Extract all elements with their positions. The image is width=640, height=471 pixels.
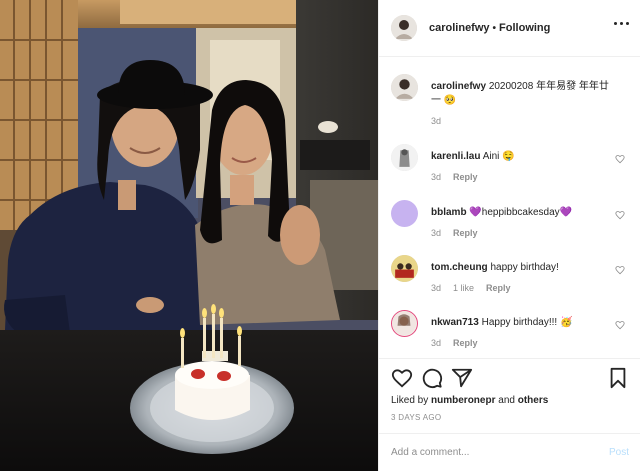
liked-by-prefix: Liked by <box>391 395 429 406</box>
comment-meta: 3d Reply <box>431 172 478 182</box>
comment-username[interactable]: tom.cheung <box>431 262 488 273</box>
post-side-panel: carolinefwy • Following carolinefwy 2020… <box>378 0 640 471</box>
avatar[interactable] <box>391 144 418 171</box>
comment-text: nkwan713 Happy birthday!!! 🥳 <box>431 316 616 330</box>
caption-text: carolinefwy 20200208 年年易發 年年廿一 🥺 <box>431 80 616 108</box>
heart-icon[interactable] <box>615 210 625 220</box>
avatar[interactable] <box>391 200 418 227</box>
reply-button[interactable]: Reply <box>453 228 478 238</box>
comment-input[interactable] <box>391 447 609 458</box>
comment-time[interactable]: 3d <box>431 172 441 182</box>
reply-button[interactable]: Reply <box>453 172 478 182</box>
avatar[interactable] <box>391 255 418 282</box>
list-item: nkwan713 Happy birthday!!! 🥳 3d Reply <box>391 310 627 350</box>
reply-button[interactable]: Reply <box>453 338 478 348</box>
caption-meta: 3d <box>431 116 441 126</box>
caption: carolinefwy 20200208 年年易發 年年廿一 🥺 3d <box>391 74 627 129</box>
caption-time[interactable]: 3d <box>431 116 441 126</box>
post-photo[interactable] <box>0 0 378 471</box>
birthday-photo-illustration <box>0 0 378 471</box>
bookmark-icon[interactable] <box>607 367 629 389</box>
liked-by-text: Liked by numberonepr and others <box>391 395 548 406</box>
comment-text: tom.cheung happy birthday! <box>431 261 616 275</box>
list-item: karenli.lau Aini 🤤 3d Reply <box>391 144 627 184</box>
comments-list: carolinefwy 20200208 年年易發 年年廿一 🥺 3d kare… <box>379 58 640 358</box>
comment-meta: 3d Reply <box>431 228 478 238</box>
comment-meta: 3d Reply <box>431 338 478 348</box>
comment-time[interactable]: 3d <box>431 228 441 238</box>
post-username[interactable]: carolinefwy <box>429 22 490 34</box>
liked-by-others[interactable]: others <box>518 395 549 406</box>
comment-text: bblamb 💜heppibbcakesday💜 <box>431 206 616 220</box>
avatar[interactable] <box>391 310 418 337</box>
follow-button[interactable]: Following <box>499 22 550 34</box>
post-actions: Liked by numberonepr and others 3 DAYS A… <box>379 358 640 428</box>
list-item: bblamb 💜heppibbcakesday💜 3d Reply <box>391 200 627 240</box>
heart-icon[interactable] <box>615 154 625 164</box>
comment-time[interactable]: 3d <box>431 283 441 293</box>
comment-username[interactable]: bblamb <box>431 207 467 218</box>
comment-meta: 3d 1 like Reply <box>431 283 511 293</box>
reply-button[interactable]: Reply <box>486 283 511 293</box>
comment-username[interactable]: nkwan713 <box>431 317 479 328</box>
add-comment-bar: Post <box>379 433 640 471</box>
post-button[interactable]: Post <box>609 447 629 458</box>
more-options-icon[interactable] <box>614 22 629 25</box>
avatar[interactable] <box>391 74 418 101</box>
instagram-post-view: carolinefwy • Following carolinefwy 2020… <box>0 0 640 471</box>
share-icon[interactable] <box>451 367 473 389</box>
heart-icon[interactable] <box>615 320 625 330</box>
comment-icon[interactable] <box>421 367 443 389</box>
liked-by-and: and <box>498 395 515 406</box>
comment-text: karenli.lau Aini 🤤 <box>431 150 616 164</box>
comment-body: Aini 🤤 <box>482 151 515 162</box>
comment-body: 💜heppibbcakesday💜 <box>469 207 573 218</box>
comment-username[interactable]: karenli.lau <box>431 151 480 162</box>
comment-time[interactable]: 3d <box>431 338 441 348</box>
post-header: carolinefwy • Following <box>379 0 640 57</box>
comment-like-count[interactable]: 1 like <box>453 283 474 293</box>
avatar[interactable] <box>391 15 417 41</box>
list-item: tom.cheung happy birthday! 3d 1 like Rep… <box>391 255 627 295</box>
heart-icon[interactable] <box>391 367 413 389</box>
liked-by-user[interactable]: numberonepr <box>431 395 495 406</box>
header-separator: • <box>492 22 497 34</box>
heart-icon[interactable] <box>615 265 625 275</box>
post-timestamp[interactable]: 3 DAYS AGO <box>391 413 441 422</box>
caption-username[interactable]: carolinefwy <box>431 81 486 92</box>
comment-body: Happy birthday!!! 🥳 <box>481 317 573 328</box>
comment-body: happy birthday! <box>490 262 559 273</box>
